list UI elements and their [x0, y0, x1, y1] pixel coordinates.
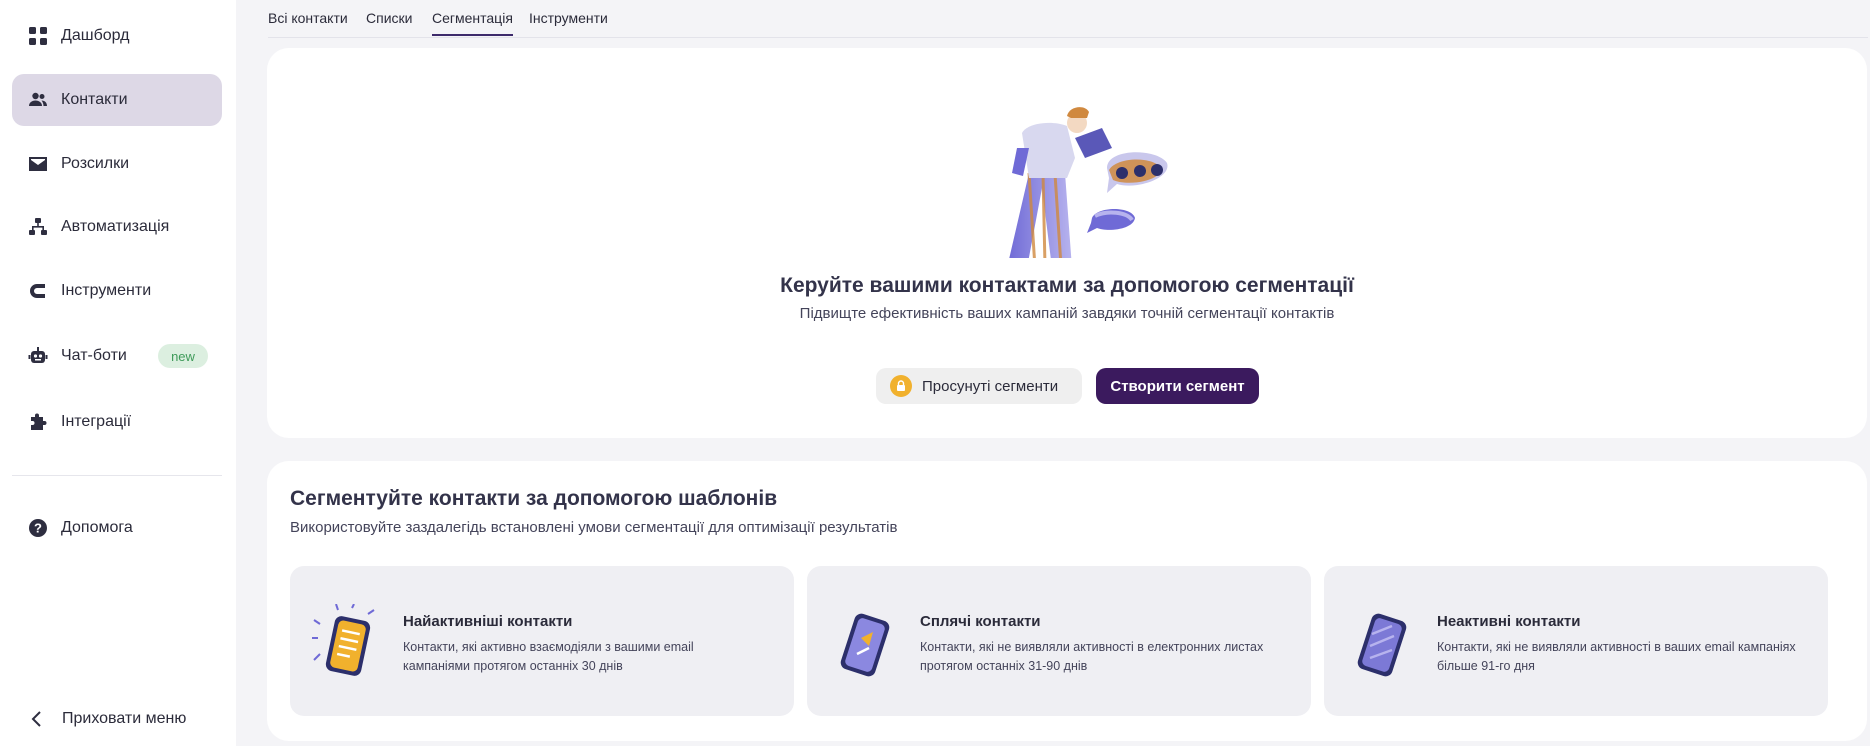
robot-icon: [27, 345, 49, 367]
tab-bar: Всі контакти Списки Сегментація Інструме…: [268, 0, 1868, 38]
sidebar-divider: [12, 475, 222, 476]
lock-icon: [890, 375, 912, 397]
advanced-segments-button[interactable]: Просунуті сегменти: [876, 368, 1082, 404]
sidebar-item-label: Дашборд: [61, 27, 130, 44]
templates-subtitle: Використовуйте заздалегідь встановлені у…: [290, 519, 898, 536]
create-segment-button[interactable]: Створити сегмент: [1096, 368, 1259, 404]
tab-tools[interactable]: Інструменти: [529, 10, 608, 34]
template-card-dormant[interactable]: Сплячі контакти Контакти, які не виявлял…: [807, 566, 1311, 716]
template-name: Найактивніші контакти: [403, 613, 573, 630]
segmentation-illustration-icon: [1009, 107, 1168, 258]
sidebar: Дашборд Контакти Розсилки Автоматизація …: [0, 0, 236, 746]
help-icon: ?: [27, 517, 49, 539]
sidebar-item-label: Допомога: [61, 519, 133, 536]
envelope-icon: [27, 153, 49, 175]
sidebar-item-campaigns[interactable]: Розсилки: [12, 138, 222, 190]
hierarchy-icon: [27, 216, 49, 238]
template-description: Контакти, які не виявляли активності в в…: [1437, 640, 1796, 673]
hero-title: Керуйте вашими контактами за допомогою с…: [780, 274, 1354, 297]
advanced-segments-label: Просунуті сегменти: [922, 377, 1059, 395]
svg-text:?: ?: [34, 521, 42, 536]
templates-title: Сегментуйте контакти за допомогою шаблон…: [290, 487, 778, 510]
segmentation-hero-card: Керуйте вашими контактами за допомогою с…: [267, 48, 1867, 438]
tab-all-contacts[interactable]: Всі контакти: [268, 10, 348, 34]
sidebar-item-label: Контакти: [61, 91, 128, 108]
sidebar-item-label: Розсилки: [61, 155, 130, 172]
puzzle-icon: [27, 411, 49, 433]
people-icon: [27, 89, 49, 111]
template-card-inactive[interactable]: Неактивні контакти Контакти, які не вияв…: [1324, 566, 1828, 716]
tab-segmentation[interactable]: Сегментація: [432, 10, 513, 36]
sidebar-item-automation[interactable]: Автоматизація: [12, 201, 222, 253]
grid-icon: [27, 25, 49, 47]
chevron-left-icon: [31, 711, 41, 727]
template-description: Контакти, які активно взаємодіяли з ваши…: [403, 640, 694, 673]
sidebar-item-chatbots[interactable]: Чат-боти new: [12, 330, 222, 382]
hero-subtitle: Підвищте ефективність ваших кампаній зав…: [799, 305, 1335, 322]
sidebar-item-label: Інтеграції: [61, 413, 132, 430]
sidebar-item-label: Автоматизація: [61, 218, 170, 235]
sidebar-item-label: Чат-боти: [61, 347, 127, 364]
new-badge: new: [158, 344, 208, 368]
inactive-phone-icon: [1357, 613, 1407, 677]
hide-menu-label: Приховати меню: [62, 710, 187, 727]
sidebar-item-tools[interactable]: Інструменти: [12, 265, 222, 317]
magnet-icon: [27, 280, 49, 302]
sidebar-item-contacts[interactable]: Контакти: [12, 74, 222, 126]
tab-lists[interactable]: Списки: [366, 10, 412, 34]
template-card-most-active[interactable]: Найактивніші контакти Контакти, які акти…: [290, 566, 794, 716]
template-name: Сплячі контакти: [920, 613, 1041, 630]
active-phone-icon: [312, 604, 375, 676]
dormant-phone-icon: [840, 613, 890, 677]
sidebar-item-label: Інструменти: [61, 282, 152, 299]
template-description: Контакти, які не виявляли активності в е…: [920, 640, 1264, 673]
sidebar-item-dashboard[interactable]: Дашборд: [12, 10, 222, 62]
sidebar-item-integrations[interactable]: Інтеграції: [12, 396, 222, 448]
sidebar-item-help[interactable]: ? Допомога: [12, 502, 222, 554]
hide-menu-button[interactable]: Приховати меню: [28, 710, 186, 728]
segment-templates-card: Сегментуйте контакти за допомогою шаблон…: [267, 461, 1867, 741]
template-name: Неактивні контакти: [1437, 613, 1581, 630]
